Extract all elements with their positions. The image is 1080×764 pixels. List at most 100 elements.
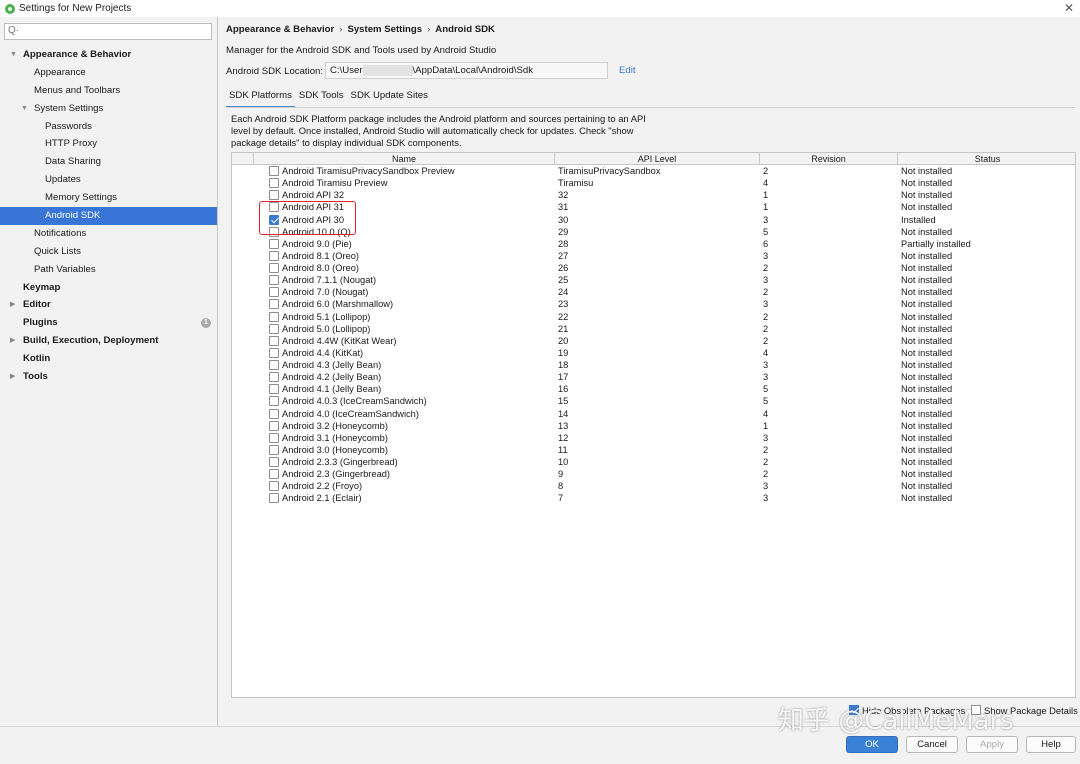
- column-header-name[interactable]: Name: [254, 153, 555, 165]
- table-row[interactable]: Android 4.3 (Jelly Bean) 18 3 Not installed: [232, 359, 1075, 371]
- package-checkbox[interactable]: [269, 347, 279, 358]
- sidebar-item-plugins[interactable]: Plugins 1: [0, 314, 217, 332]
- chevron-right-icon[interactable]: ▶: [10, 332, 15, 350]
- package-checkbox[interactable]: [269, 335, 279, 346]
- cancel-button[interactable]: Cancel: [906, 736, 958, 753]
- edit-location-link[interactable]: Edit: [619, 65, 636, 76]
- package-checkbox[interactable]: [269, 360, 279, 370]
- package-checkbox[interactable]: [269, 323, 279, 334]
- sidebar-item-memory-settings[interactable]: Memory Settings: [0, 189, 217, 207]
- table-row[interactable]: Android 4.0 (IceCreamSandwich) 14 4 Not ins…: [232, 408, 1075, 420]
- table-row[interactable]: Android API 32 32 1 Not installed: [232, 189, 1075, 201]
- package-checkbox[interactable]: [269, 372, 279, 383]
- package-checkbox[interactable]: [269, 190, 279, 201]
- sidebar-item-menus-and-toolbars[interactable]: Menus and Toolbars: [0, 82, 217, 100]
- sidebar-item-path-variables[interactable]: Path Variables: [0, 261, 217, 279]
- package-checkbox[interactable]: [269, 311, 279, 322]
- package-checkbox[interactable]: [269, 299, 279, 310]
- sidebar-item-appearance[interactable]: Appearance: [0, 64, 217, 82]
- chevron-right-icon[interactable]: ▶: [10, 368, 15, 386]
- package-checkbox[interactable]: [269, 384, 279, 395]
- apply-button[interactable]: Apply: [966, 736, 1018, 753]
- package-checkbox[interactable]: [269, 238, 279, 249]
- table-row[interactable]: Android 7.0 (Nougat) 24 2 Not installed: [232, 286, 1075, 298]
- package-checkbox[interactable]: [269, 420, 279, 431]
- package-checkbox[interactable]: [269, 493, 279, 504]
- sidebar-item-keymap[interactable]: Keymap: [0, 279, 217, 297]
- table-row[interactable]: Android 10.0 (Q) 29 5 Not installed: [232, 226, 1075, 238]
- table-row[interactable]: Android 8.1 (Oreo) 27 3 Not installed: [232, 250, 1075, 262]
- help-button[interactable]: Help: [1026, 736, 1076, 753]
- hide-obsolete-option[interactable]: Hide Obsolete Packages: [849, 705, 965, 716]
- sidebar-item-build-execution-deployment[interactable]: ▶ Build, Execution, Deployment: [0, 332, 217, 350]
- table-row[interactable]: Android Tiramisu Preview Tiramisu 4 Not ins…: [232, 177, 1075, 189]
- table-row[interactable]: Android 7.1.1 (Nougat) 25 3 Not installed: [232, 274, 1075, 286]
- show-details-checkbox[interactable]: [971, 705, 981, 715]
- table-row[interactable]: Android 5.0 (Lollipop) 21 2 Not installed: [232, 323, 1075, 335]
- table-row[interactable]: Android 4.1 (Jelly Bean) 16 5 Not installed: [232, 383, 1075, 395]
- sdk-location-field[interactable]: C:\User \AppData\Local\Android\Sdk: [325, 62, 608, 79]
- package-checkbox[interactable]: [269, 166, 279, 176]
- table-row[interactable]: Android 2.2 (Froyo) 8 3 Not installed: [232, 480, 1075, 492]
- sidebar-item-editor[interactable]: ▶ Editor: [0, 296, 217, 314]
- table-row[interactable]: Android API 31 31 1 Not installed: [232, 201, 1075, 213]
- package-checkbox[interactable]: [269, 408, 279, 419]
- table-row[interactable]: Android 4.0.3 (IceCreamSandwich) 15 5 Not i…: [232, 395, 1075, 407]
- package-checkbox[interactable]: [269, 275, 279, 286]
- sidebar-item-quick-lists[interactable]: Quick Lists: [0, 243, 217, 261]
- table-row[interactable]: Android 9.0 (Pie) 28 6 Partially installed: [232, 238, 1075, 250]
- table-row[interactable]: Android 8.0 (Oreo) 26 2 Not installed: [232, 262, 1075, 274]
- table-row[interactable]: Android 4.4W (KitKat Wear) 20 2 Not install…: [232, 335, 1075, 347]
- table-row[interactable]: Android TiramisuPrivacySandbox Preview Ti…: [232, 165, 1075, 177]
- table-row[interactable]: Android 3.2 (Honeycomb) 13 1 Not installed: [232, 420, 1075, 432]
- sidebar-item-updates[interactable]: Updates: [0, 171, 217, 189]
- sidebar-item-appearance-behavior[interactable]: ▼ Appearance & Behavior: [0, 46, 217, 64]
- package-checkbox[interactable]: [269, 178, 279, 189]
- table-row[interactable]: Android 5.1 (Lollipop) 22 2 Not installed: [232, 311, 1075, 323]
- sidebar-item-notifications[interactable]: Notifications: [0, 225, 217, 243]
- column-header-status[interactable]: Status: [898, 153, 1075, 165]
- chevron-right-icon[interactable]: ▶: [10, 296, 15, 314]
- show-details-option[interactable]: Show Package Details: [971, 705, 1078, 716]
- hide-obsolete-checkbox[interactable]: [849, 705, 859, 715]
- package-checkbox[interactable]: [269, 226, 279, 237]
- close-icon[interactable]: ✕: [1064, 1, 1074, 15]
- package-checkbox[interactable]: [269, 432, 279, 443]
- sidebar-item-android-sdk[interactable]: Android SDK: [0, 207, 217, 225]
- table-row[interactable]: Android 3.0 (Honeycomb) 11 2 Not installed: [232, 444, 1075, 456]
- tab-sdk-tools[interactable]: SDK Tools: [296, 88, 347, 108]
- package-checkbox[interactable]: [269, 202, 279, 213]
- package-checkbox[interactable]: [269, 214, 279, 225]
- table-row[interactable]: Android 2.3.3 (Gingerbread) 10 2 Not instal…: [232, 456, 1075, 468]
- package-checkbox[interactable]: [269, 396, 279, 407]
- sidebar-item-tools[interactable]: ▶ Tools: [0, 368, 217, 386]
- tab-sdk-update-sites[interactable]: SDK Update Sites: [348, 88, 431, 108]
- table-row[interactable]: Android 3.1 (Honeycomb) 12 3 Not installed: [232, 432, 1075, 444]
- column-header-api-level[interactable]: API Level: [555, 153, 760, 165]
- package-checkbox[interactable]: [269, 263, 279, 273]
- package-checkbox[interactable]: [269, 457, 279, 467]
- sidebar-item-system-settings[interactable]: ▼ System Settings: [0, 100, 217, 118]
- chevron-down-icon[interactable]: ▼: [21, 100, 28, 118]
- package-checkbox[interactable]: [269, 444, 279, 455]
- table-row[interactable]: Android 2.1 (Eclair) 7 3 Not installed: [232, 492, 1075, 504]
- ok-button[interactable]: OK: [846, 736, 898, 753]
- sidebar-item-passwords[interactable]: Passwords: [0, 118, 217, 136]
- tab-sdk-platforms[interactable]: SDK Platforms: [226, 88, 295, 108]
- package-checkbox[interactable]: [269, 469, 279, 480]
- table-header: Name API Level Revision Status: [232, 153, 1075, 165]
- package-checkbox[interactable]: [269, 481, 279, 492]
- table-row[interactable]: Android 4.2 (Jelly Bean) 17 3 Not installed: [232, 371, 1075, 383]
- package-checkbox[interactable]: [269, 250, 279, 261]
- table-row[interactable]: Android 6.0 (Marshmallow) 23 3 Not installe…: [232, 298, 1075, 310]
- table-row[interactable]: Android API 30 30 3 Installed: [232, 214, 1075, 226]
- package-checkbox[interactable]: [269, 287, 279, 298]
- table-row[interactable]: Android 2.3 (Gingerbread) 9 2 Not installed: [232, 468, 1075, 480]
- table-row[interactable]: Android 4.4 (KitKat) 19 4 Not installed: [232, 347, 1075, 359]
- column-header-revision[interactable]: Revision: [760, 153, 898, 165]
- sidebar-item-kotlin[interactable]: Kotlin: [0, 350, 217, 368]
- sidebar-item-http-proxy[interactable]: HTTP Proxy: [0, 135, 217, 153]
- search-input[interactable]: Q·: [4, 23, 212, 40]
- sidebar-item-data-sharing[interactable]: Data Sharing: [0, 153, 217, 171]
- chevron-down-icon[interactable]: ▼: [10, 46, 17, 64]
